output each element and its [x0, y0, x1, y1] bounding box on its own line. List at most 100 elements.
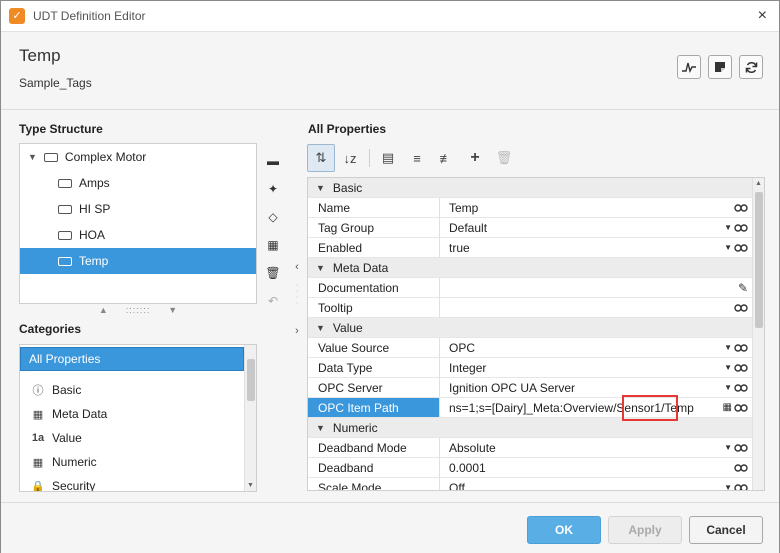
property-value[interactable]: Absolute ▼ [440, 438, 752, 457]
property-row-deadband-mode[interactable]: Deadband Mode Absolute ▼ [308, 438, 752, 458]
sort-category-button[interactable]: ⇅ [307, 144, 335, 172]
list-view-button[interactable]: ▤ [374, 144, 402, 172]
refresh-button[interactable] [739, 55, 763, 79]
property-row-tooltip[interactable]: Tooltip [308, 298, 752, 318]
property-value[interactable]: ns=1;s=[Dairy]_Meta:Overview/Sensor1/Tem… [440, 398, 752, 417]
category-row-numeric[interactable]: ▼ Numeric [308, 418, 752, 438]
property-value[interactable]: Ignition OPC UA Server ▼ [440, 378, 752, 397]
binding-link-icon[interactable] [734, 443, 748, 452]
dropdown-arrow-icon[interactable]: ▼ [724, 483, 732, 490]
close-icon[interactable]: × [758, 7, 767, 25]
apply-button[interactable]: Apply [608, 516, 682, 544]
scroll-down-icon[interactable]: ▼ [247, 482, 254, 489]
binding-link-icon[interactable] [734, 243, 748, 252]
undo-button[interactable]: ↶ [263, 287, 283, 315]
property-row-enabled[interactable]: Enabled true ▼ [308, 238, 752, 258]
binding-link-icon[interactable] [734, 343, 748, 352]
category-header[interactable]: ▼ Numeric [308, 418, 752, 437]
category-value[interactable]: 1a Value [20, 426, 244, 450]
category-header[interactable]: ▼ Meta Data [308, 258, 752, 277]
tree-item-hi-sp[interactable]: HI SP [20, 196, 256, 222]
dropdown-arrow-icon[interactable]: ▼ [724, 223, 732, 232]
tree-item-complex-motor[interactable]: ▼ Complex Motor [20, 144, 256, 170]
property-value[interactable]: Integer ▼ [440, 358, 752, 377]
edit-pencil-icon[interactable]: ✎ [738, 281, 748, 295]
property-row-opc-item-path[interactable]: OPC Item Path ns=1;s=[Dairy]_Meta:Overvie… [308, 398, 752, 418]
category-row-meta-data[interactable]: ▼ Meta Data [308, 258, 752, 278]
property-value[interactable]: Temp [440, 198, 752, 217]
property-row-opc-server[interactable]: OPC Server Ignition OPC UA Server ▼ [308, 378, 752, 398]
chevron-down-icon[interactable]: ▼ [316, 423, 325, 433]
property-value[interactable]: OPC ▼ [440, 338, 752, 357]
columns-button[interactable]: ▦ [263, 231, 283, 259]
tree-item-amps[interactable]: Amps [20, 170, 256, 196]
chevron-right-icon[interactable]: › [290, 325, 304, 337]
binding-link-icon[interactable] [734, 223, 748, 232]
chevron-down-icon[interactable]: ▼ [168, 305, 177, 315]
categories-list[interactable]: All Properties ⓘ Basic ▦ Meta Data 1a Va… [19, 344, 257, 492]
scroll-thumb[interactable] [247, 359, 255, 401]
type-structure-tree[interactable]: ▼ Complex Motor Amps HI SP HOA Temp [19, 143, 257, 304]
binding-link-icon[interactable] [734, 383, 748, 392]
tag-button[interactable]: ◇ [263, 203, 283, 231]
property-value[interactable]: Default ▼ [440, 218, 752, 237]
category-header[interactable]: ▼ Value [308, 318, 752, 337]
chevron-down-icon[interactable]: ▼ [316, 323, 325, 333]
new-folder-button[interactable]: ▬ [263, 147, 283, 175]
property-value[interactable]: ✎ [440, 278, 752, 297]
property-row-name[interactable]: Name Temp [308, 198, 752, 218]
remove-property-button[interactable]: 🗑 [490, 144, 518, 172]
category-all-properties[interactable]: All Properties [20, 347, 244, 371]
dropdown-arrow-icon[interactable]: ▼ [724, 363, 732, 372]
property-value[interactable] [440, 298, 752, 317]
category-basic[interactable]: ⓘ Basic [20, 378, 244, 402]
category-meta-data[interactable]: ▦ Meta Data [20, 402, 244, 426]
property-row-value-source[interactable]: Value Source OPC ▼ [308, 338, 752, 358]
collapse-all-button[interactable]: ≢ [432, 144, 460, 172]
tree-item-hoa[interactable]: HOA [20, 222, 256, 248]
binding-link-icon[interactable] [734, 403, 748, 412]
categories-scrollbar[interactable]: ▼ [244, 345, 256, 491]
category-row-basic[interactable]: ▼ Basic [308, 178, 752, 198]
sort-alpha-button[interactable]: ↓z [336, 144, 364, 172]
property-row-documentation[interactable]: Documentation ✎ [308, 278, 752, 298]
binding-link-icon[interactable] [734, 363, 748, 372]
property-value[interactable]: 0.0001 [440, 458, 752, 477]
property-row-tag-group[interactable]: Tag Group Default ▼ [308, 218, 752, 238]
binding-link-icon[interactable] [734, 203, 748, 212]
delete-button[interactable]: 🗑 [263, 259, 283, 287]
dropdown-arrow-icon[interactable]: ▼ [724, 243, 732, 252]
panel-collapse-handle[interactable]: ‹ · · · · › [290, 261, 304, 337]
scroll-up-icon[interactable]: ▲ [755, 180, 762, 187]
category-header[interactable]: ▼ Basic [308, 178, 752, 197]
expand-all-button[interactable]: ≡ [403, 144, 431, 172]
property-row-data-type[interactable]: Data Type Integer ▼ [308, 358, 752, 378]
property-row-scale-mode[interactable]: Scale Mode Off ▼ [308, 478, 752, 490]
property-value[interactable]: true ▼ [440, 238, 752, 257]
chevron-down-icon[interactable]: ▼ [316, 263, 325, 273]
scroll-thumb[interactable] [755, 192, 763, 328]
dropdown-arrow-icon[interactable]: ▼ [724, 443, 732, 452]
add-property-button[interactable]: + [461, 144, 489, 172]
property-value[interactable]: Off ▼ [440, 478, 752, 490]
binding-link-icon[interactable] [734, 463, 748, 472]
category-row-value[interactable]: ▼ Value [308, 318, 752, 338]
property-row-deadband[interactable]: Deadband 0.0001 [308, 458, 752, 478]
browse-icon[interactable]: ▦ [723, 402, 732, 413]
cancel-button[interactable]: Cancel [689, 516, 763, 544]
chevron-down-icon[interactable]: ▼ [28, 152, 37, 162]
category-security[interactable]: 🔒 Security [20, 474, 244, 491]
category-numeric[interactable]: ▦ Numeric [20, 450, 244, 474]
chevron-up-icon[interactable]: ▲ [99, 305, 108, 315]
splitter-handle[interactable]: ▲ ::::::: ▼ [19, 304, 257, 316]
binding-link-icon[interactable] [734, 483, 748, 490]
dropdown-arrow-icon[interactable]: ▼ [724, 383, 732, 392]
trend-button[interactable] [677, 55, 701, 79]
ok-button[interactable]: OK [527, 516, 601, 544]
add-tag-button[interactable]: ✦ [263, 175, 283, 203]
tree-item-temp[interactable]: Temp [20, 248, 256, 274]
binding-link-icon[interactable] [734, 303, 748, 312]
dropdown-arrow-icon[interactable]: ▼ [724, 343, 732, 352]
chevron-down-icon[interactable]: ▼ [316, 183, 325, 193]
property-grid-scrollbar[interactable]: ▲ [752, 178, 764, 490]
